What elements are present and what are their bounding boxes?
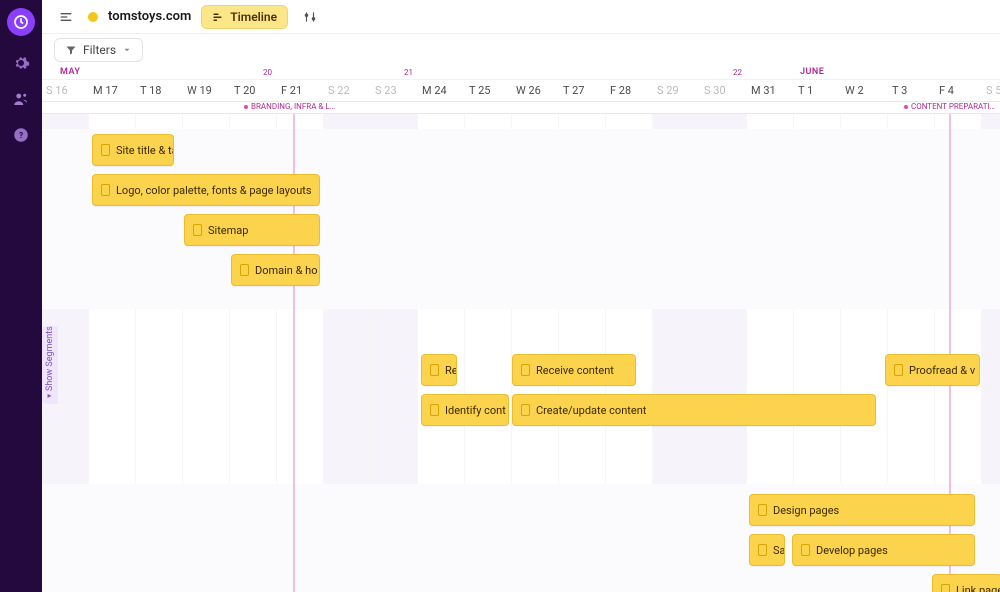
day-header[interactable]: W 26 — [512, 80, 559, 101]
task-icon — [101, 184, 110, 196]
people-icon[interactable] — [12, 90, 30, 108]
day-header[interactable]: S 2321 — [371, 80, 418, 101]
project-color-dot — [88, 12, 98, 22]
day-header[interactable]: F 28 — [606, 80, 653, 101]
task-label: Link pages — [956, 584, 1000, 592]
day-header[interactable]: W 2 — [841, 80, 888, 101]
filters-row: Filters — [42, 34, 1000, 66]
day-header[interactable]: T 27 — [559, 80, 606, 101]
task-bar[interactable]: Sitemap — [184, 214, 320, 246]
task-label: Domain & ho — [255, 264, 318, 277]
task-bar[interactable]: Domain & ho — [231, 254, 320, 286]
task-bar[interactable]: Link pages — [932, 574, 1000, 592]
task-bar[interactable]: Proofread & v — [885, 354, 980, 386]
task-label: Proofread & v — [909, 364, 975, 377]
milestone-marker[interactable]: CONTENT PREPARATI… — [904, 102, 995, 111]
day-header[interactable]: M 31 — [747, 80, 794, 101]
day-header[interactable]: T 2020 — [230, 80, 277, 101]
task-icon — [521, 364, 530, 376]
milestone-marker[interactable]: BRANDING, INFRA & L… — [244, 102, 335, 111]
filters-label: Filters — [83, 43, 116, 57]
day-header[interactable]: F 21 — [277, 80, 324, 101]
task-label: Design pages — [773, 504, 839, 517]
task-bar[interactable]: Identify cont — [421, 394, 509, 426]
task-icon — [193, 224, 202, 236]
day-header[interactable]: S 22 — [324, 80, 371, 101]
timeline: MAYJUNE S 16M 17T 18W 19T 2020F 21S 22S … — [42, 66, 1000, 592]
task-label: Site title & ta — [116, 144, 174, 157]
task-label: Logo, color palette, fonts & page layout… — [116, 184, 312, 197]
day-header[interactable]: T 18 — [136, 80, 183, 101]
task-icon — [758, 504, 767, 516]
task-bar[interactable]: Logo, color palette, fonts & page layout… — [92, 174, 320, 206]
task-icon — [240, 264, 249, 276]
task-icon — [521, 404, 530, 416]
day-header[interactable]: S 29 — [653, 80, 700, 101]
task-icon — [430, 404, 439, 416]
header: tomstoys.com Timeline — [42, 0, 1000, 34]
help-icon[interactable]: ? — [12, 126, 30, 144]
task-icon — [941, 584, 950, 592]
task-icon — [894, 364, 903, 376]
task-label: Rec — [445, 364, 457, 377]
day-header[interactable]: T 1 — [794, 80, 841, 101]
task-icon — [101, 144, 110, 156]
month-label: JUNE — [800, 67, 824, 77]
day-header[interactable]: S 5 — [982, 80, 1000, 101]
task-icon — [801, 544, 810, 556]
chevron-down-icon — [122, 45, 132, 55]
date-strip: S 16M 17T 18W 19T 2020F 21S 22S 2321M 24… — [42, 80, 1000, 102]
task-bar[interactable]: Sar — [749, 534, 785, 566]
gear-icon[interactable] — [12, 54, 30, 72]
task-bar[interactable]: Site title & ta — [92, 134, 174, 166]
task-bar[interactable]: Receive content — [512, 354, 636, 386]
task-bar[interactable]: Develop pages — [792, 534, 975, 566]
task-label: Sitemap — [208, 224, 248, 237]
task-icon — [758, 544, 767, 556]
timeline-grid[interactable]: Site title & ta Logo, color palette, font… — [42, 114, 1000, 592]
task-bar[interactable]: Rec — [421, 354, 457, 386]
day-header[interactable]: T 25 — [465, 80, 512, 101]
month-label: MAY — [60, 67, 80, 77]
day-header[interactable]: M 24 — [418, 80, 465, 101]
menu-icon[interactable] — [54, 5, 78, 29]
day-header[interactable]: S 16 — [42, 80, 89, 101]
day-header[interactable]: M 17 — [89, 80, 136, 101]
task-label: Sar — [773, 544, 785, 557]
day-header[interactable]: W 19 — [183, 80, 230, 101]
task-label: Develop pages — [816, 544, 888, 557]
day-header[interactable]: T 3 — [888, 80, 935, 101]
view-label: Timeline — [230, 10, 277, 24]
customize-icon[interactable] — [298, 5, 322, 29]
project-name[interactable]: tomstoys.com — [108, 9, 191, 24]
task-bar[interactable]: Design pages — [749, 494, 975, 526]
milestone-strip: BRANDING, INFRA & L… CONTENT PREPARATI… — [42, 102, 1000, 114]
task-icon — [430, 364, 439, 376]
main-area: tomstoys.com Timeline Filters MAY JUNE S … — [42, 0, 1000, 592]
task-label: Identify cont — [445, 404, 506, 417]
show-segments-tab[interactable]: Show Segments — [42, 326, 58, 404]
month-strip: MAY JUNE — [42, 66, 1000, 80]
svg-text:?: ? — [19, 131, 23, 141]
task-bar[interactable]: Create/update content — [512, 394, 876, 426]
app-logo[interactable] — [7, 8, 35, 36]
filters-button[interactable]: Filters — [54, 38, 143, 62]
day-header[interactable]: F 4 — [935, 80, 982, 101]
day-header[interactable]: S 3022 — [700, 80, 747, 101]
view-timeline-button[interactable]: Timeline — [201, 5, 288, 29]
app-sidebar: ? — [0, 0, 42, 592]
task-label: Create/update content — [536, 404, 646, 417]
task-label: Receive content — [536, 364, 614, 377]
